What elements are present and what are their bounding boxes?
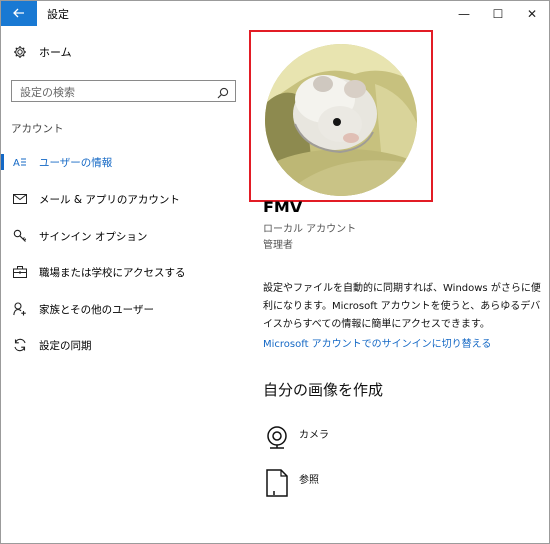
home-label: ホーム [39,46,72,59]
sidebar-item-sync-settings[interactable]: 設定の同期 [1,334,249,356]
camera-option[interactable]: カメラ [263,424,329,452]
app-title: 設定 [47,8,69,21]
avatar [265,44,417,196]
sync-icon [12,337,28,353]
back-arrow-icon [13,6,25,22]
sidebar-item-family-users[interactable]: 家族とその他のユーザー [1,298,249,320]
maximize-button[interactable]: ☐ [481,1,515,26]
svg-text:A: A [13,158,20,168]
sidebar-item-label: サインイン オプション [39,230,148,243]
back-button[interactable] [1,1,37,26]
title-bar: 設定 — ☐ ✕ [1,1,549,26]
sidebar-item-label: ユーザーの情報 [39,156,113,169]
user-name: FMV [263,198,303,212]
sidebar-item-label: 職場または学校にアクセスする [39,266,186,279]
sync-description: 設定やファイルを自動的に同期すれば、Windows がさらに便利になります。Mi… [263,283,541,330]
section-label-accounts: アカウント [11,123,64,135]
sidebar-item-work-school[interactable]: 職場または学校にアクセスする [1,261,249,283]
active-indicator [1,154,4,170]
user-info-icon: A [12,154,28,170]
search-icon[interactable] [217,84,229,99]
avatar-photo [265,44,417,196]
sidebar-item-label: 家族とその他のユーザー [39,303,154,316]
sidebar-item-signin-options[interactable]: サインイン オプション [1,225,249,247]
add-user-icon [12,301,28,317]
key-icon [12,228,28,244]
account-type: ローカル アカウント [263,224,357,235]
search-box[interactable] [11,80,236,102]
camera-label: カメラ [299,430,329,441]
sidebar-item-user-info[interactable]: A ユーザーの情報 [1,151,249,173]
gear-icon [13,45,27,59]
sidebar-item-mail-accounts[interactable]: メール & アプリのアカウント [1,188,249,210]
settings-window: 設定 — ☐ ✕ ホーム アカウント A [0,0,550,544]
account-role: 管理者 [263,240,293,251]
close-button[interactable]: ✕ [515,1,549,26]
browse-label: 参照 [299,475,319,486]
search-input[interactable] [12,83,210,102]
sidebar-item-label: メール & アプリのアカウント [39,193,180,206]
switch-to-microsoft-account-link[interactable]: Microsoft アカウントでのサインインに切り替える [263,335,491,350]
create-picture-heading: 自分の画像を作成 [263,381,384,399]
browse-option[interactable]: 参照 [263,469,319,497]
home-link[interactable]: ホーム [13,44,72,60]
mail-icon [12,191,28,207]
avatar-highlight-frame [249,30,433,202]
camera-icon [263,424,291,452]
sidebar-item-label: 設定の同期 [39,339,92,352]
briefcase-icon [12,264,28,280]
browse-file-icon [263,469,291,497]
main-content: FMV ローカル アカウント 管理者 設定やファイルを自動的に同期すれば、Win… [249,26,549,543]
minimize-button[interactable]: — [447,1,481,26]
sidebar: ホーム アカウント A ユーザーの情報 メール & アプリのアカウント [1,26,249,543]
